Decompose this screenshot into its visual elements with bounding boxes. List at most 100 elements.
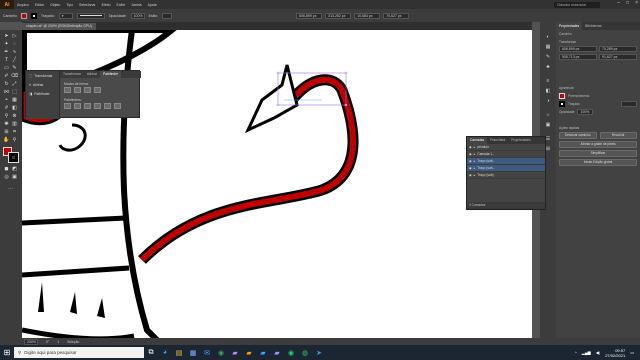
aftereffects-icon[interactable]: ▰ bbox=[270, 345, 284, 360]
symbol-sprayer-tool-icon[interactable]: ✺ bbox=[3, 121, 10, 127]
opacity-prop-field[interactable]: 100% bbox=[577, 109, 594, 115]
task-view-icon[interactable]: ⧉ bbox=[144, 345, 158, 360]
crop-button[interactable] bbox=[94, 103, 101, 109]
prop-x-field[interactable]: 606,899 px bbox=[559, 46, 597, 52]
whatsapp-icon[interactable]: ◍ bbox=[298, 345, 312, 360]
menu-arquivo[interactable]: Arquivo bbox=[14, 3, 32, 7]
stroke-weight-field[interactable]: ▾ bbox=[58, 12, 73, 19]
w-field[interactable]: 10,684 px bbox=[354, 12, 381, 19]
perspective-tool-icon[interactable]: ▦ bbox=[11, 97, 18, 103]
graphic-styles-panel-icon[interactable]: ▣ bbox=[544, 122, 552, 128]
notifications-icon[interactable]: ▭ bbox=[630, 350, 634, 355]
layer-row-selected[interactable]: ◉ ▸ Traço (sub... bbox=[467, 165, 545, 172]
h-field[interactable]: 70,627 px bbox=[383, 12, 410, 19]
tab-bibliotecas[interactable]: Bibliotecas bbox=[582, 22, 604, 30]
transparency-panel-icon[interactable]: ◑ bbox=[544, 98, 552, 104]
selection-tool-icon[interactable]: ➤ bbox=[3, 33, 10, 39]
eraser-tool-icon[interactable]: ⌫ bbox=[11, 73, 18, 79]
artboard-tool-icon[interactable]: ⊞ bbox=[3, 129, 10, 135]
slice-tool-icon[interactable]: ⌗ bbox=[11, 129, 18, 135]
tab-propriedades[interactable]: Propriedades bbox=[556, 22, 583, 30]
store-icon[interactable]: ▦ bbox=[186, 345, 200, 360]
stroke-weight-prop[interactable] bbox=[621, 101, 637, 107]
stroke-swatch[interactable] bbox=[31, 12, 38, 19]
exclude-button[interactable] bbox=[94, 87, 101, 93]
gradient-mode-icon[interactable]: ◩ bbox=[11, 166, 18, 172]
zoom-field[interactable]: 200% bbox=[24, 338, 38, 345]
prop-h-field[interactable]: 91,627 px bbox=[599, 54, 637, 60]
workspace-switcher[interactable]: Clássico essencial bbox=[554, 1, 600, 8]
recolor-button[interactable]: Recolorir bbox=[599, 132, 637, 139]
explorer-icon[interactable]: ▤ bbox=[172, 345, 186, 360]
pen-tool-icon[interactable]: ✒ bbox=[3, 49, 10, 55]
edge-icon[interactable]: ◕ bbox=[158, 345, 172, 360]
fill-swatch-small[interactable] bbox=[559, 93, 565, 99]
taskbar-search[interactable]: ⚲ Digite aqui para pesquisar bbox=[14, 347, 144, 358]
visibility-icon[interactable]: ◉ bbox=[469, 145, 472, 149]
tab-prancheta[interactable]: Prancheta bbox=[487, 137, 508, 144]
rotation-value[interactable]: 0° bbox=[46, 340, 49, 344]
lock-icon[interactable]: ▸ bbox=[474, 166, 476, 170]
menu-exibir[interactable]: Exibir bbox=[114, 3, 129, 7]
zoom-tool-icon[interactable]: ⚲ bbox=[11, 137, 18, 143]
photoshop-icon[interactable]: ▰ bbox=[256, 345, 270, 360]
fill-swatch[interactable] bbox=[21, 12, 28, 19]
illustrator-icon[interactable]: ▰ bbox=[242, 345, 256, 360]
tab-camadas[interactable]: Camadas bbox=[467, 137, 488, 144]
minus-front-button[interactable] bbox=[74, 87, 81, 93]
hand-tool-icon[interactable]: ✋ bbox=[3, 137, 10, 143]
tab-alinhar[interactable]: Alinhar bbox=[84, 71, 100, 78]
layer-row[interactable]: ◉ ▸ Camada 1... bbox=[467, 151, 545, 158]
dock-alinhar[interactable]: ≡ Alinhar bbox=[26, 80, 59, 89]
artboard-number[interactable]: 1 bbox=[57, 340, 59, 344]
close-icon[interactable]: × bbox=[635, 0, 638, 6]
global-edit-button[interactable]: Iniciar Edição global bbox=[559, 159, 637, 166]
menu-selecionar[interactable]: Selecionar bbox=[76, 3, 99, 7]
menu-ajuda[interactable]: Ajuda bbox=[145, 3, 160, 7]
color-panel-icon[interactable]: ◐ bbox=[544, 34, 552, 40]
telegram-icon[interactable]: ➤ bbox=[312, 345, 326, 360]
shaper-tool-icon[interactable]: ✐ bbox=[3, 73, 10, 79]
menu-editar[interactable]: Editar bbox=[32, 3, 47, 7]
volume-icon[interactable]: ◀) bbox=[596, 350, 600, 355]
dock-transformar[interactable]: ⬚ Transformar bbox=[26, 71, 59, 80]
x-field[interactable]: 606,899 px bbox=[296, 12, 323, 19]
free-transform-tool-icon[interactable]: ⬚ bbox=[11, 89, 18, 95]
lasso-tool-icon[interactable]: ◌ bbox=[11, 41, 18, 47]
trim-button[interactable] bbox=[74, 103, 81, 109]
blend-tool-icon[interactable]: ⊗ bbox=[11, 113, 18, 119]
tab-transformar[interactable]: Transformar bbox=[60, 71, 84, 78]
rectangle-tool-icon[interactable]: ▭ bbox=[3, 65, 10, 71]
spotify-icon[interactable]: ◉ bbox=[284, 345, 298, 360]
scale-tool-icon[interactable]: ⤢ bbox=[11, 81, 18, 87]
opacity-field[interactable]: 100% bbox=[130, 12, 145, 19]
layer-row[interactable]: ◉ ▸ pêndulo bbox=[467, 144, 545, 151]
mail-icon[interactable]: ✉ bbox=[200, 345, 214, 360]
chrome-icon[interactable]: ◉ bbox=[214, 345, 228, 360]
clock[interactable]: 09:57 27/02/2021 bbox=[605, 348, 625, 358]
unite-button[interactable] bbox=[64, 87, 71, 93]
windows-start-icon[interactable]: ⊞ bbox=[0, 345, 14, 360]
symbols-panel-icon[interactable]: ♣ bbox=[544, 64, 552, 70]
visibility-icon[interactable]: ◉ bbox=[469, 152, 472, 156]
network-icon[interactable]: ▂▄▆ bbox=[582, 350, 591, 355]
mesh-tool-icon[interactable]: # bbox=[3, 105, 10, 111]
menu-objeto[interactable]: Objeto bbox=[47, 3, 63, 7]
visibility-icon[interactable]: ◉ bbox=[469, 173, 472, 177]
shape-builder-tool-icon[interactable]: ◓ bbox=[3, 97, 10, 103]
lock-icon[interactable]: ▸ bbox=[474, 152, 476, 156]
color-mode-icon[interactable]: ◼ bbox=[3, 166, 10, 172]
outline-button[interactable] bbox=[104, 103, 111, 109]
graph-tool-icon[interactable]: ▥ bbox=[11, 121, 18, 127]
appearance-panel-icon[interactable]: ☼ bbox=[544, 112, 552, 118]
draw-mode-icon[interactable]: ◎ bbox=[3, 174, 10, 180]
eyedropper-tool-icon[interactable]: ⚲ bbox=[3, 113, 10, 119]
visibility-icon[interactable]: ◉ bbox=[469, 159, 472, 163]
offset-path-button[interactable]: Deslocar caminho bbox=[559, 132, 597, 139]
layer-row-selected[interactable]: ◉ ▸ Traço (sub... bbox=[467, 158, 545, 165]
lock-icon[interactable]: ▸ bbox=[474, 159, 476, 163]
line-tool-icon[interactable]: ╱ bbox=[11, 57, 18, 63]
minimize-icon[interactable]: – bbox=[617, 0, 620, 6]
y-field[interactable]: 313,252 px bbox=[325, 12, 352, 19]
edit-toolbar-icon[interactable]: … bbox=[7, 185, 14, 191]
